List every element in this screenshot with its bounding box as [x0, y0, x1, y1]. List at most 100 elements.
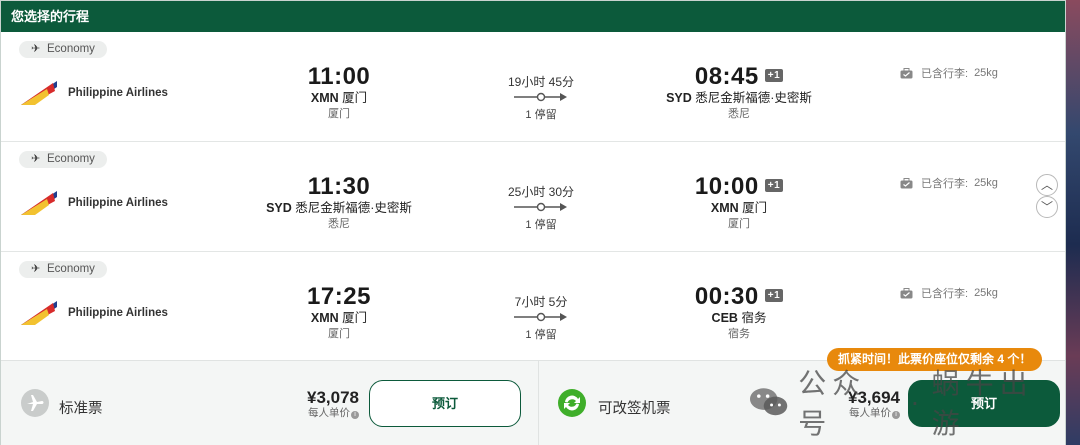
scroll-down-button[interactable]: ﹀: [1036, 196, 1058, 218]
airline-name: Philippine Airlines: [68, 307, 168, 319]
info-icon[interactable]: i: [351, 411, 359, 419]
departure-code: XMN: [310, 311, 339, 325]
airline-name: Philippine Airlines: [68, 197, 168, 209]
departure-block: 11:00 XMN 厦门 厦门: [239, 64, 439, 121]
price-value: ¥3,078: [307, 388, 359, 407]
arrival-code: SYD: [666, 91, 692, 105]
arrival-airport: 宿务: [741, 311, 767, 325]
fare-label: 标准票: [59, 401, 103, 417]
arrival-block: 10:00 +1 XMN 厦门 厦门: [639, 174, 839, 231]
philippine-airlines-logo: [21, 191, 57, 215]
baggage-value: 25kg: [974, 67, 998, 79]
stop-count: 1 停留: [525, 219, 557, 231]
arrival-block: 00:30 +1 CEB 宿务 宿务: [639, 284, 839, 341]
stop-count: 1 停留: [525, 329, 557, 341]
arrival-airport: 厦门: [742, 201, 768, 215]
arrival-airport: 悉尼金斯福德·史密斯: [695, 91, 812, 105]
baggage-label: 已含行李:: [921, 178, 969, 190]
fare-changeable: 可改签机票 ¥3,694 每人单价 i 预订: [540, 361, 1065, 445]
panel-title: 您选择的行程: [1, 1, 1065, 32]
itinerary-panel: 您选择的行程 ✈ Economy Philippine Airlines 11:0…: [0, 0, 1066, 445]
fare-options: 标准票 ¥3,078 每人单价 i 预订 可改签机票 ¥3,694 每人单价 i 预…: [1, 360, 1065, 445]
airplane-icon: ✈: [31, 263, 41, 275]
arrival-city: 悉尼: [728, 108, 750, 120]
stop-arrow-icon: [514, 312, 567, 322]
flight-duration: 7小时 5分: [514, 295, 568, 309]
info-icon[interactable]: i: [892, 411, 900, 419]
flight-duration: 25小时 30分: [507, 185, 575, 199]
airplane-circle-icon: [21, 389, 49, 417]
fare-standard: 标准票 ¥3,078 每人单价 i 预订: [1, 361, 539, 445]
departure-airport: 厦门: [342, 311, 368, 325]
departure-code: SYD: [266, 201, 292, 215]
airline-name: Philippine Airlines: [68, 87, 168, 99]
duration-block: 7小时 5分 1 停留: [471, 294, 611, 342]
cabin-label: Economy: [47, 43, 95, 55]
departure-airport: 厦门: [342, 91, 368, 105]
baggage-value: 25kg: [974, 287, 998, 299]
luggage-icon: [900, 287, 913, 298]
cabin-label: Economy: [47, 263, 95, 275]
arrival-code: CEB: [711, 311, 738, 325]
duration-block: 25小时 30分 1 停留: [471, 184, 611, 232]
cabin-badge: ✈ Economy: [19, 261, 107, 278]
flight-row: ✈ Economy Philippine Airlines 17:25 XMN 厦…: [1, 252, 1065, 362]
airplane-icon: ✈: [31, 43, 41, 55]
book-changeable-button[interactable]: 预订: [908, 380, 1060, 427]
stop-arrow-icon: [514, 202, 567, 212]
fare-price: ¥3,078 每人单价 i: [293, 388, 359, 419]
price-note: 每人单价: [849, 407, 891, 419]
baggage-label: 已含行李:: [921, 288, 969, 300]
luggage-icon: [900, 67, 913, 78]
philippine-airlines-logo: [21, 301, 57, 325]
baggage-info: 已含行李: 25kg: [900, 65, 998, 81]
stop-count: 1 停留: [525, 109, 557, 121]
stop-arrow-icon: [514, 92, 567, 102]
departure-airport: 悉尼金斯福德·史密斯: [295, 201, 412, 215]
book-standard-button[interactable]: 预订: [369, 380, 521, 427]
cabin-badge: ✈ Economy: [19, 151, 107, 168]
arrival-time: 08:45: [694, 63, 759, 90]
baggage-info: 已含行李: 25kg: [900, 175, 998, 191]
departure-time: 11:30: [307, 173, 371, 200]
airline-block: Philippine Airlines: [21, 81, 168, 105]
departure-city: 厦门: [328, 108, 350, 120]
fare-price: ¥3,694 每人单价 i: [834, 388, 900, 419]
departure-city: 悉尼: [328, 218, 350, 230]
baggage-label: 已含行李:: [921, 68, 969, 80]
arrival-time: 10:00: [694, 173, 759, 200]
next-day-badge: +1: [764, 179, 784, 192]
baggage-value: 25kg: [974, 177, 998, 189]
arrival-block: 08:45 +1 SYD 悉尼金斯福德·史密斯 悉尼: [639, 64, 839, 121]
baggage-info: 已含行李: 25kg: [900, 285, 998, 301]
departure-block: 17:25 XMN 厦门 厦门: [239, 284, 439, 341]
departure-time: 17:25: [307, 283, 371, 310]
arrival-city: 宿务: [728, 328, 750, 340]
price-value: ¥3,694: [848, 388, 900, 407]
flight-row: ✈ Economy Philippine Airlines 11:00 XMN 厦…: [1, 32, 1065, 142]
airline-block: Philippine Airlines: [21, 301, 168, 325]
departure-city: 厦门: [328, 328, 350, 340]
price-note: 每人单价: [308, 407, 350, 419]
cabin-badge: ✈ Economy: [19, 41, 107, 58]
flight-row: ✈ Economy Philippine Airlines 11:30 SYD 悉…: [1, 142, 1065, 252]
fare-label: 可改签机票: [598, 401, 671, 417]
duration-block: 19小时 45分 1 停留: [471, 74, 611, 122]
arrival-time: 00:30: [694, 283, 759, 310]
scroll-up-button[interactable]: ︿: [1036, 174, 1058, 196]
refresh-circle-icon: [558, 389, 586, 417]
philippine-airlines-logo: [21, 81, 57, 105]
arrival-code: XMN: [710, 201, 739, 215]
next-day-badge: +1: [764, 69, 784, 82]
cabin-label: Economy: [47, 153, 95, 165]
airline-block: Philippine Airlines: [21, 191, 168, 215]
luggage-icon: [900, 177, 913, 188]
airplane-icon: ✈: [31, 153, 41, 165]
departure-block: 11:30 SYD 悉尼金斯福德·史密斯 悉尼: [239, 174, 439, 231]
background-edge: [1066, 0, 1080, 445]
next-day-badge: +1: [764, 289, 784, 302]
departure-time: 11:00: [307, 63, 371, 90]
arrival-city: 厦门: [728, 218, 750, 230]
departure-code: XMN: [310, 91, 339, 105]
flight-duration: 19小时 45分: [507, 75, 575, 89]
